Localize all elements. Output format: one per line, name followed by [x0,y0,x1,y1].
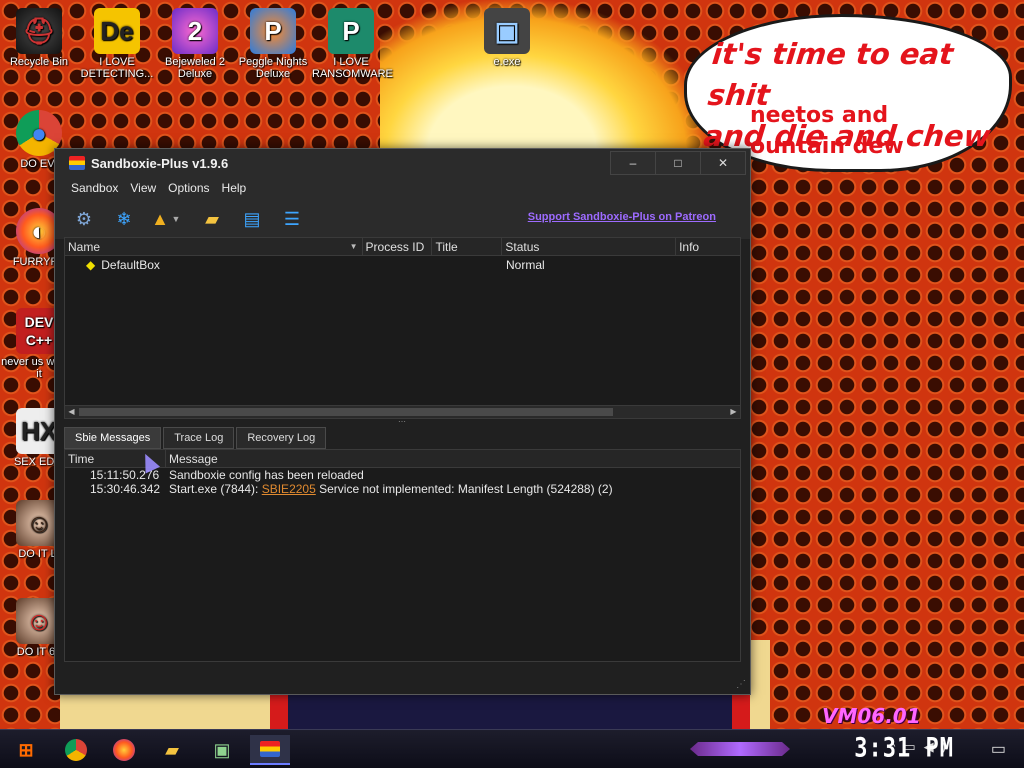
taskbar: ⊞ ▰ ▣ ^▭◀) 3:31 PM ▭ [0,729,1024,768]
list-view-icon[interactable]: ☰ [277,205,307,233]
desktop-icon-peggle[interactable]: P Peggle Nights Deluxe [234,8,312,80]
desktop-icon-detect-it-easy[interactable]: De I LOVE DETECTING... [78,8,156,80]
box-name: DefaultBox [101,258,160,272]
tab-trace-log[interactable]: Trace Log [163,427,235,449]
menu-sandbox[interactable]: Sandbox [65,181,124,195]
wallpaper-watermark: VM06.01 [822,704,921,728]
box-name-cell: ◆ DefaultBox [65,256,503,274]
sort-arrow-icon: ▼ [349,242,358,251]
log-tabs: Sbie Messages Trace Log Recovery Log [64,427,328,449]
sandbox-list: Name ▼ Process ID Title Status Info ◆ Defa… [64,237,741,419]
taskbar-sandboxie-icon[interactable] [250,735,290,765]
table-row[interactable]: ◆ DefaultBox Normal [65,256,740,274]
tab-sbie-messages[interactable]: Sbie Messages [64,427,162,449]
sandboxie-window: Sandboxie-Plus v1.9.6 – □ ✕ Sandbox View… [54,148,751,695]
desktop-icon-recycle-bin[interactable]: ⛑ Recycle Bin [0,8,78,68]
start-icon[interactable]: ⊞ [6,735,46,765]
window-controls: – □ ✕ [610,151,746,175]
log-row[interactable]: 15:11:50.276 Sandboxie config has been r… [65,468,740,482]
desktop-icon-ransomware[interactable]: P I LOVE RANSOMWARE [312,8,393,80]
log-message-text: Sandboxie config has been reloaded [169,468,364,482]
log-row[interactable]: 15:30:46.342 Start.exe (7844): SBIE2205 … [65,482,740,496]
taskbar-chrome-icon[interactable] [56,735,96,765]
scroll-right-icon[interactable]: ▶ [727,406,740,418]
sandbox-list-header: Name ▼ Process ID Title Status Info [65,238,740,256]
menu-options[interactable]: Options [162,181,215,195]
column-name[interactable]: Name ▼ [65,238,363,255]
desktop-icon-label: I LOVE RANSOMWARE [312,56,393,80]
column-title[interactable]: Title [432,238,503,255]
minimize-button[interactable]: – [610,151,656,175]
log-message-text: Start.exe (7844): [169,482,262,496]
column-name-label: Name [68,240,101,254]
speech-text-overlap: neetos and ountain dew [750,100,990,162]
scrollbar-thumb[interactable] [79,408,613,416]
freeze-snowflake-icon[interactable]: ❄ [109,205,139,233]
desktop-icon-e-exe[interactable]: ▣ e.exe [468,8,546,68]
speech-line-3: neetos and [750,103,889,128]
scroll-left-icon[interactable]: ◀ [65,406,78,418]
sandboxie-icon [69,156,85,170]
open-folder-icon[interactable]: ▰ [197,205,227,233]
speech-line-4: ountain dew [750,134,904,159]
detect-it-easy-icon: De [94,8,140,54]
publisher-icon: P [328,8,374,54]
toolbar: ⚙ ❄ ▲ ▼ ▰ ▤ ☰ Support Sandboxie-Plus on … [55,199,750,239]
maximize-button[interactable]: □ [655,151,701,175]
sbie-code-link[interactable]: SBIE2205 [262,482,316,496]
pane-splitter[interactable]: ⋯ [395,418,409,426]
desktop-icon-label: Bejeweled 2 Deluxe [165,56,225,80]
column-message[interactable]: Message [166,450,740,467]
desktop-icon-label: e.exe [493,56,521,68]
patreon-link[interactable]: Support Sandboxie-Plus on Patreon [528,211,716,223]
log-time: 15:30:46.342 [90,482,161,496]
sandbox-box-icon: ◆ [86,258,96,272]
notification-icon[interactable]: ▭ [991,739,1006,759]
cleanup-broom-icon[interactable]: ▲ [149,205,171,233]
tab-recovery-log[interactable]: Recovery Log [236,427,327,449]
menu-bar: Sandbox View Options Help [55,177,750,199]
vm-icon[interactable]: ▣ [202,735,242,765]
log-message: Start.exe (7844): SBIE2205 Service not i… [166,482,613,496]
settings-gear-icon[interactable]: ⚙ [69,205,99,233]
column-process-id[interactable]: Process ID [363,238,433,255]
taskbar-firefox-icon[interactable] [104,735,144,765]
message-log: Time Message 15:11:50.276 Sandboxie conf… [64,449,741,662]
desktop-icon-label: Recycle Bin [9,56,69,68]
desktop-icon-label: I LOVE DETECTING... [80,56,154,80]
chevron-down-icon[interactable]: ▼ [171,205,181,233]
desktop-icon-label: Peggle Nights Deluxe [238,56,308,80]
menu-help[interactable]: Help [216,181,253,195]
log-message: Sandboxie config has been reloaded [166,468,364,482]
log-header: Time Message [65,450,740,468]
recycle-bin-icon: ⛑ [16,8,62,54]
resize-grip-icon[interactable]: ⋰ [736,679,746,690]
menu-view[interactable]: View [124,181,162,195]
close-button[interactable]: ✕ [700,151,746,175]
window-title: Sandboxie-Plus v1.9.6 [91,155,229,171]
column-status[interactable]: Status [502,238,677,255]
title-bar[interactable]: Sandboxie-Plus v1.9.6 – □ ✕ [55,149,750,177]
column-info[interactable]: Info [676,238,740,255]
log-message-detail: Service not implemented: Manifest Length… [315,482,613,496]
wallpaper-strip [270,690,750,730]
taskbar-decoration [690,742,790,756]
notes-icon[interactable]: ▤ [237,205,267,233]
box-status: Normal [506,258,545,272]
explorer-folder-icon[interactable]: ▰ [152,735,192,765]
bejeweled-icon: 2 [172,8,218,54]
desktop-icon-bejeweled[interactable]: 2 Bejeweled 2 Deluxe [156,8,234,80]
peggle-icon: P [250,8,296,54]
exe-icon: ▣ [484,8,530,54]
clock[interactable]: 3:31 PM [854,734,954,764]
